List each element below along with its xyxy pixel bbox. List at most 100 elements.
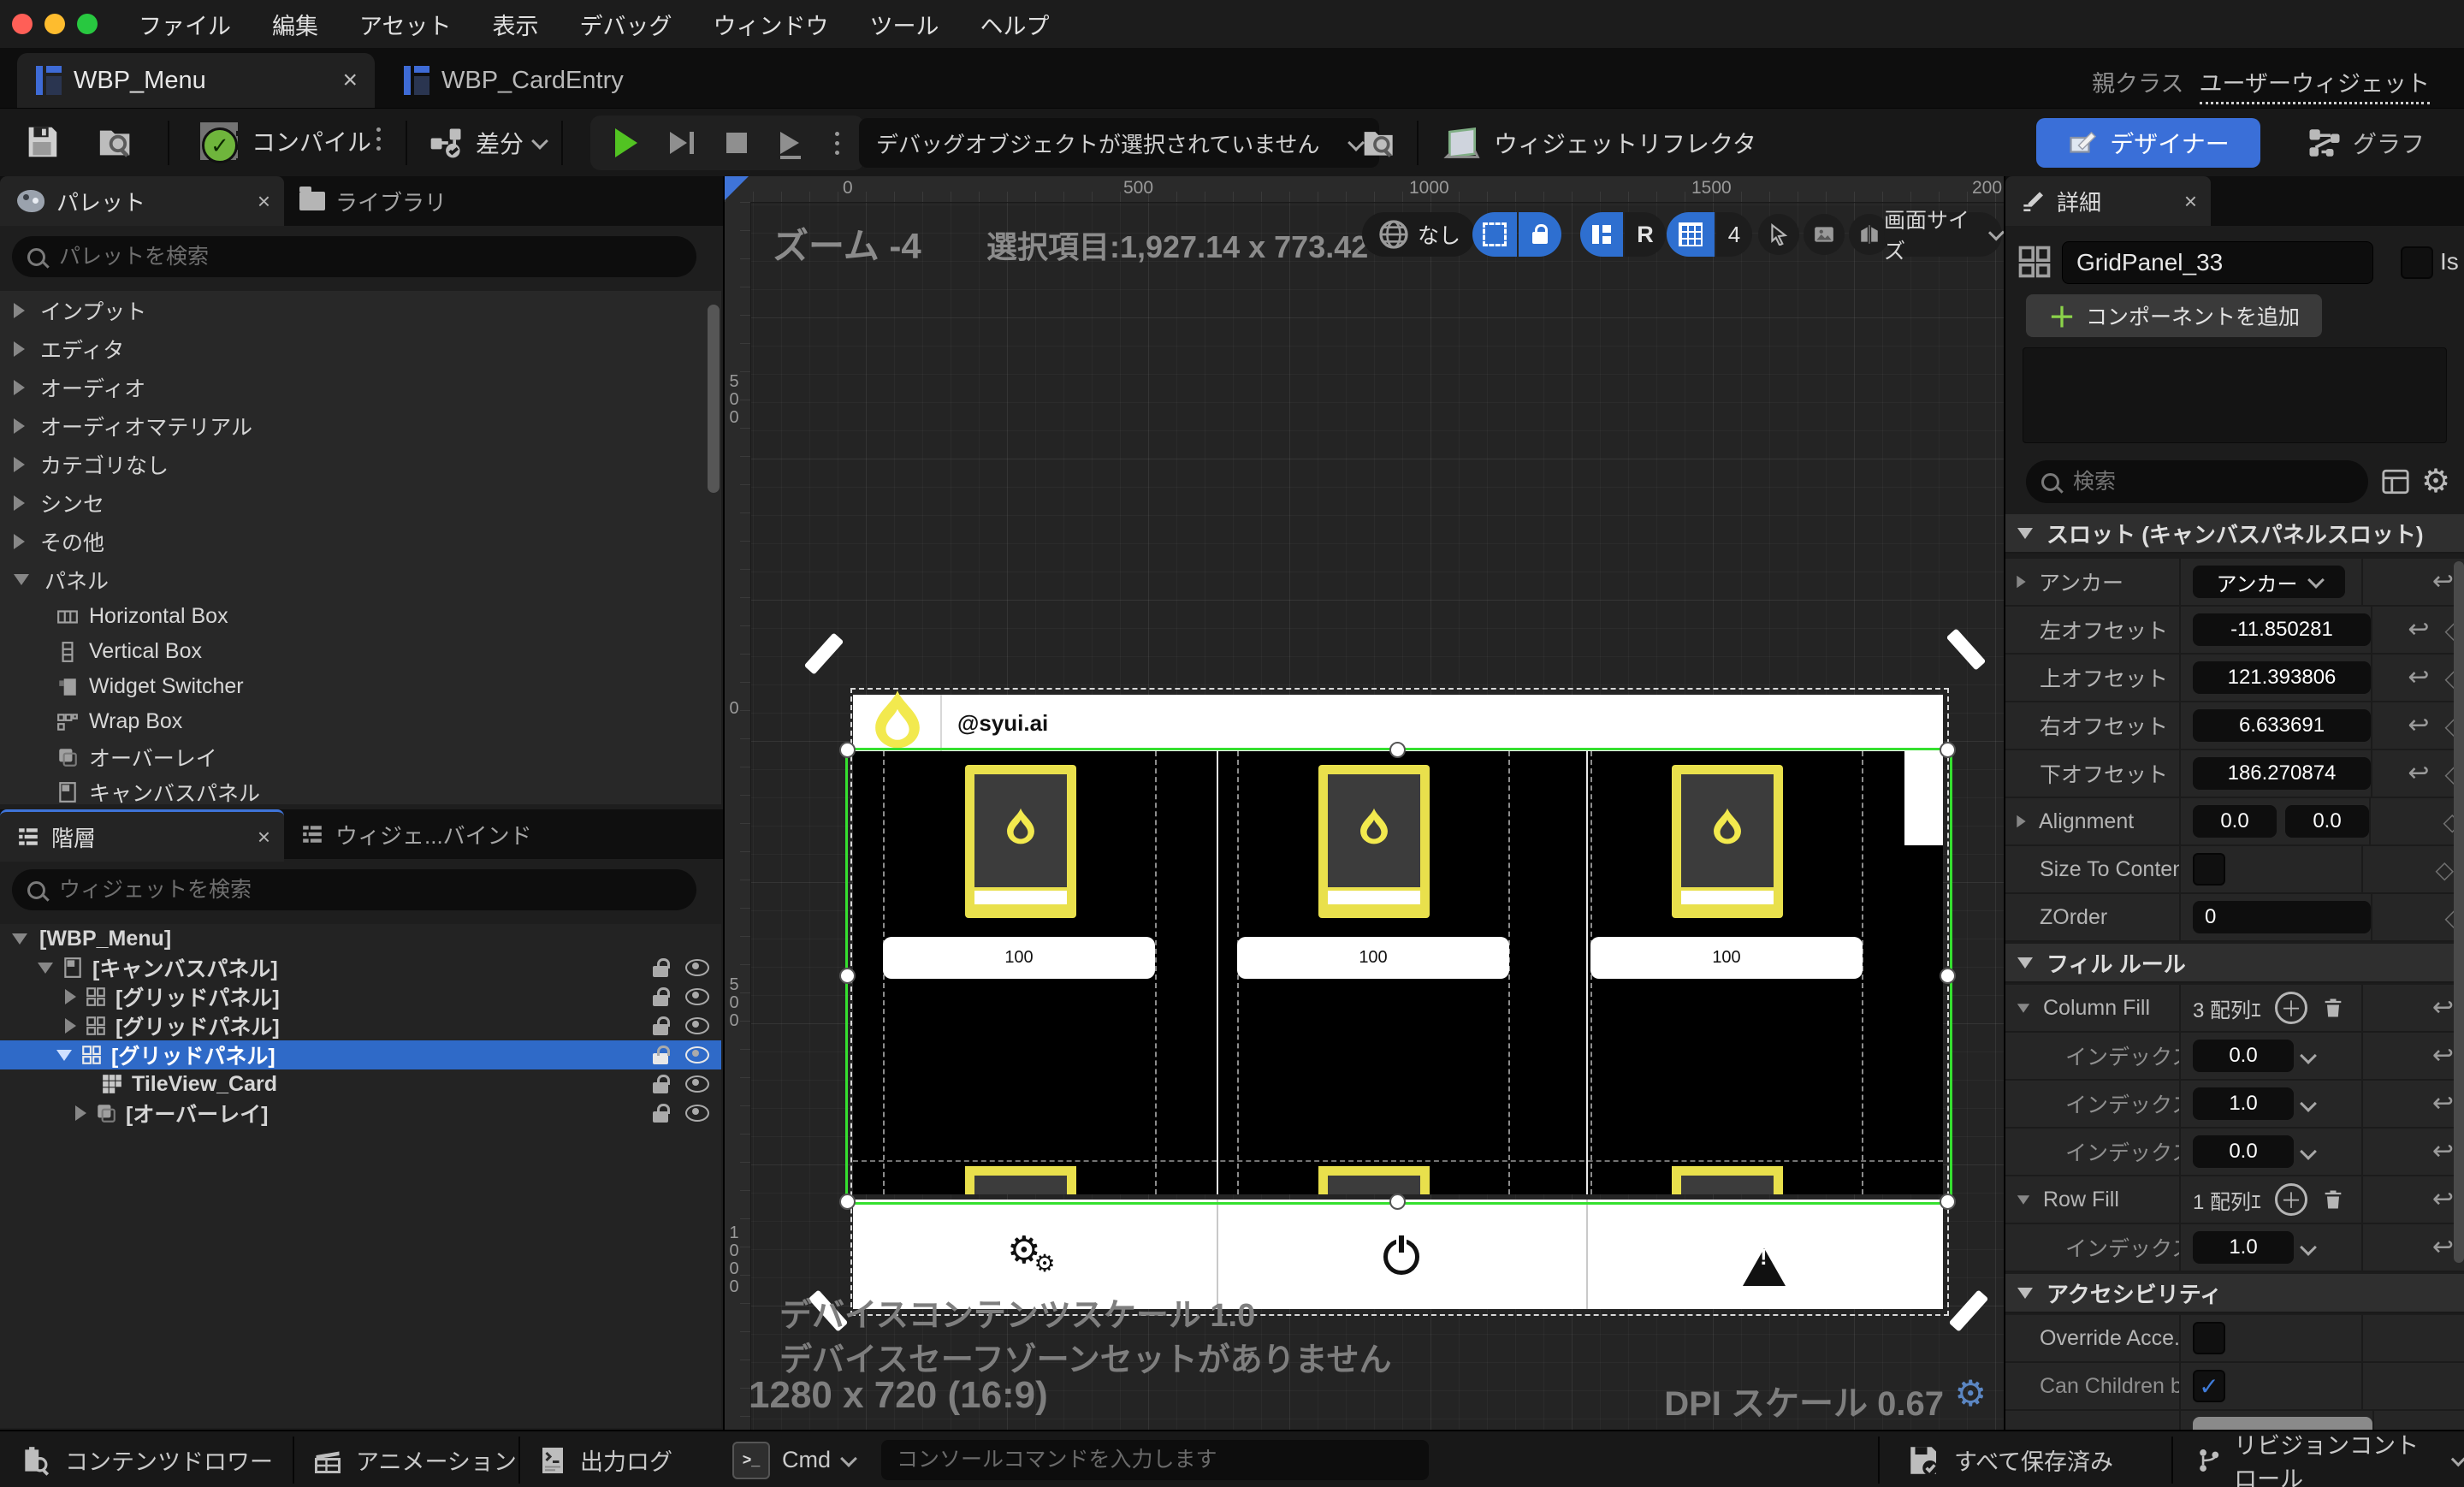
- visibility-icon[interactable]: [685, 1046, 709, 1063]
- can-children-checkbox[interactable]: ✓: [2193, 1370, 2225, 1402]
- palette-category-synth[interactable]: シンセ: [0, 483, 721, 522]
- cmd-dropdown[interactable]: >_ Cmd: [732, 1431, 857, 1487]
- alignment-x-input[interactable]: 0.0: [2193, 805, 2277, 838]
- output-log-button[interactable]: 出力ログ: [537, 1431, 672, 1487]
- reset-icon[interactable]: ↩: [2432, 1187, 2454, 1212]
- alignment-y-input[interactable]: 0.0: [2285, 805, 2369, 838]
- screen-size-dropdown[interactable]: 画面サイズ: [1884, 209, 2004, 264]
- tab-palette[interactable]: パレット ×: [0, 176, 284, 226]
- diff-button[interactable]: 差分: [428, 124, 548, 162]
- menu-file[interactable]: ファイル: [139, 8, 231, 41]
- animation-button[interactable]: アニメーション: [311, 1431, 517, 1487]
- dpi-settings-gear-icon[interactable]: ⚙: [1954, 1372, 1987, 1414]
- tree-item-overlay[interactable]: [オーバーレイ]: [0, 1099, 721, 1128]
- menu-tools[interactable]: ツール: [869, 8, 939, 41]
- visibility-icon[interactable]: [685, 1075, 709, 1093]
- compile-options-kebab-icon[interactable]: [376, 127, 381, 151]
- resize-handle[interactable]: [1389, 742, 1406, 758]
- palette-item-overlay[interactable]: オーバーレイ: [0, 739, 721, 774]
- widget-name-input[interactable]: [2062, 241, 2373, 284]
- layout-outline-button[interactable]: [1580, 212, 1623, 257]
- offset-bottom-input[interactable]: 186.270874: [2193, 757, 2371, 790]
- trash-icon[interactable]: [2321, 995, 2345, 1021]
- step-forward-icon[interactable]: [670, 132, 695, 154]
- save-button[interactable]: [22, 122, 62, 166]
- index-input[interactable]: 1.0: [2193, 1231, 2294, 1264]
- resize-handle[interactable]: [839, 968, 856, 984]
- close-icon[interactable]: ×: [258, 824, 270, 850]
- add-element-icon[interactable]: ＋: [2275, 1183, 2308, 1216]
- section-slot[interactable]: スロット (キャンバスパネルスロット): [2005, 514, 2464, 554]
- tab-details[interactable]: 詳細 ×: [2005, 176, 2211, 226]
- menu-edit[interactable]: 編集: [272, 8, 318, 41]
- resize-handle[interactable]: [1940, 1194, 1956, 1210]
- corner-handle[interactable]: [1946, 628, 1987, 671]
- menu-view[interactable]: 表示: [492, 8, 538, 41]
- tab-widget-bind[interactable]: ウィジェ...バインド: [299, 809, 532, 859]
- graph-mode-button[interactable]: グラフ: [2307, 118, 2425, 168]
- palette-category-other[interactable]: その他: [0, 522, 721, 560]
- localization-preview-button[interactable]: なし: [1362, 212, 1475, 257]
- grid-snap-button[interactable]: [1667, 212, 1715, 257]
- resize-handle[interactable]: [1940, 742, 1956, 758]
- compile-button[interactable]: ✓ コンパイル: [198, 121, 371, 163]
- chevron-down-icon[interactable]: [2300, 1095, 2317, 1112]
- tab-wbp-cardentry[interactable]: WBP_CardEntry: [385, 53, 624, 108]
- palette-item-wrap-box[interactable]: Wrap Box: [0, 704, 721, 739]
- reset-icon[interactable]: ↩: [2432, 1091, 2454, 1117]
- respect-locks-button[interactable]: R: [1625, 212, 1666, 257]
- cursor-tool-button[interactable]: [1758, 214, 1799, 255]
- widget-reflector-button[interactable]: ウィジェットリフレクタ: [1442, 124, 1756, 162]
- add-component-button[interactable]: ＋ コンポーネントを追加: [2026, 294, 2322, 337]
- stop-icon[interactable]: [726, 133, 748, 153]
- section-accessibility[interactable]: アクセシビリティ: [2005, 1274, 2464, 1313]
- unlock-icon[interactable]: [653, 987, 670, 1006]
- palette-category-audio[interactable]: オーディオ: [0, 368, 721, 406]
- reset-icon[interactable]: ↩: [2408, 713, 2429, 738]
- unlock-icon[interactable]: [653, 1016, 670, 1035]
- tree-item-tileview-card[interactable]: TileView_Card: [0, 1069, 721, 1099]
- chevron-down-icon[interactable]: [2300, 1143, 2317, 1160]
- index-input[interactable]: 0.0: [2193, 1135, 2294, 1168]
- offset-top-input[interactable]: 121.393806: [2193, 661, 2371, 694]
- size-to-content-checkbox[interactable]: [2193, 853, 2225, 886]
- tree-item-canvas-panel[interactable]: [キャンバスパネル]: [0, 953, 721, 982]
- corner-handle[interactable]: [1948, 1289, 1989, 1332]
- palette-scrollbar[interactable]: [708, 305, 720, 493]
- tree-item-grid-panel-1[interactable]: [グリッドパネル]: [0, 982, 721, 1011]
- debug-object-dropdown[interactable]: デバッグオブジェクトが選択されていません: [859, 118, 1379, 168]
- reset-icon[interactable]: ↩: [2408, 617, 2429, 643]
- window-zoom-button[interactable]: [77, 14, 98, 34]
- visibility-icon[interactable]: [685, 988, 709, 1005]
- unlock-icon[interactable]: [653, 958, 670, 977]
- section-fill-rules[interactable]: フィル ルール: [2005, 944, 2464, 983]
- corner-handle[interactable]: [803, 632, 844, 675]
- parent-class-link[interactable]: ユーザーウィジェット: [2199, 65, 2430, 104]
- browse-asset-button[interactable]: [96, 122, 137, 166]
- lock-selection-button[interactable]: [1519, 212, 1561, 257]
- override-accessibility-checkbox[interactable]: [2193, 1322, 2225, 1354]
- is-variable-checkbox[interactable]: [2401, 246, 2433, 279]
- menu-asset[interactable]: アセット: [359, 8, 451, 41]
- launch-icon[interactable]: [779, 132, 803, 159]
- bind-diamond-icon[interactable]: ◇: [2435, 856, 2454, 884]
- reset-icon[interactable]: ↩: [2432, 1043, 2454, 1069]
- reset-icon[interactable]: ↩: [2432, 569, 2454, 595]
- window-close-button[interactable]: [12, 14, 33, 34]
- anchor-dropdown[interactable]: アンカー: [2193, 566, 2345, 598]
- palette-category-uncategorized[interactable]: カテゴリなし: [0, 445, 721, 483]
- tab-library[interactable]: ライブラリ: [299, 176, 447, 226]
- reset-icon[interactable]: ↩: [2408, 665, 2429, 690]
- resize-handle[interactable]: [1940, 968, 1956, 984]
- unlock-icon[interactable]: [653, 1046, 670, 1064]
- tab-hierarchy[interactable]: 階層 ×: [0, 809, 284, 862]
- palette-item-widget-switcher[interactable]: Widget Switcher: [0, 669, 721, 704]
- unlock-icon[interactable]: [653, 1104, 670, 1123]
- resize-handle[interactable]: [839, 1194, 856, 1210]
- designer-mode-button[interactable]: デザイナー: [2036, 118, 2260, 168]
- hierarchy-search-input[interactable]: [57, 876, 574, 903]
- browse-debug-button[interactable]: [1360, 124, 1400, 166]
- zorder-input[interactable]: 0: [2193, 901, 2371, 933]
- preview-background-button[interactable]: [1804, 214, 1845, 255]
- tree-item-grid-panel-3-selected[interactable]: [グリッドパネル]: [0, 1040, 721, 1069]
